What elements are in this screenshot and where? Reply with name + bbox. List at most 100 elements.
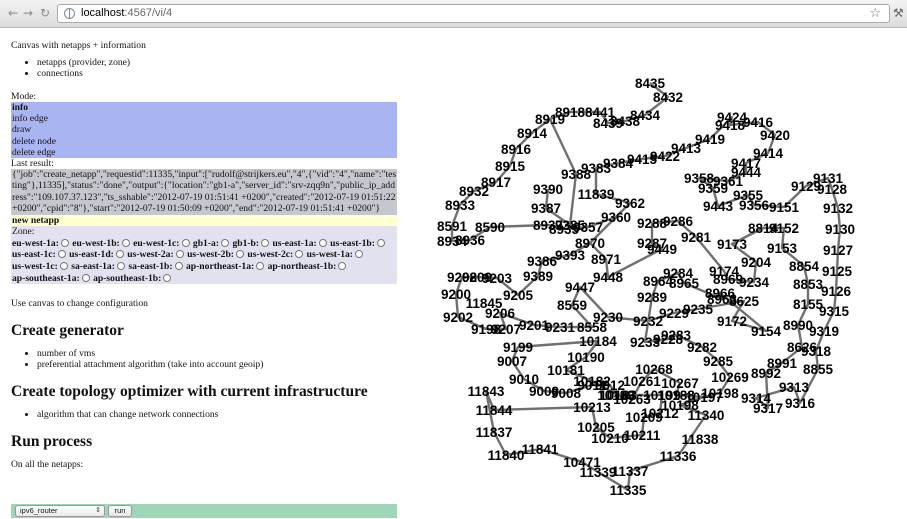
zone-option[interactable]: gb1-a: [193,238,230,249]
graph-node-label[interactable]: 9231 [545,320,576,335]
graph-node-label[interactable]: 9444 [731,165,762,180]
graph-node-label[interactable]: 9285 [703,354,734,369]
network-graph-canvas[interactable]: 843584328441 8434843884398919891889148916… [430,60,907,500]
radio-icon[interactable] [221,238,230,247]
graph-node-label[interactable]: 9130 [825,222,855,237]
graph-node-label[interactable]: 9362 [615,196,645,211]
graph-node-label[interactable]: 9151 [769,200,800,215]
graph-node-label[interactable]: 8915 [495,159,526,174]
graph-node-label[interactable]: 9203 [482,271,513,286]
zone-option[interactable]: us-west-2b: [187,249,245,260]
graph-node-label[interactable]: 9281 [681,230,712,245]
zone-option[interactable]: eu-west-1b: [72,238,130,249]
radio-icon[interactable] [121,238,130,247]
graph-node-label[interactable]: 8625 [729,294,760,309]
graph-node-label[interactable]: 9126 [821,284,852,299]
graph-node-label[interactable]: 11838 [682,432,719,447]
graph-node-label[interactable]: 9202 [443,310,473,325]
graph-node-label[interactable]: 9388 [561,167,592,182]
zone-option[interactable]: us-east-1d: [69,249,125,260]
radio-icon[interactable] [81,273,90,282]
graph-node-label[interactable]: 8936 [455,233,486,248]
graph-node-label[interactable]: 10267 [661,376,699,391]
radio-icon[interactable] [338,261,347,270]
graph-node-label[interactable]: 8990 [783,318,813,333]
radio-icon[interactable] [59,261,68,270]
zone-option[interactable]: us-west-2a: [127,249,184,260]
graph-node-label[interactable]: 9199 [503,340,533,355]
graph-node-label[interactable]: 9132 [823,201,853,216]
radio-icon[interactable] [376,238,385,247]
graph-node-label[interactable]: 8914 [517,126,548,141]
zone-option[interactable]: us-west-1c: [12,261,69,272]
wrench-icon[interactable]: ⚒ [893,6,904,20]
graph-node-label[interactable]: 9289 [637,290,667,305]
graph-node-label[interactable]: 9172 [717,314,747,329]
zone-option[interactable]: ap-southeast-1a: [12,273,91,284]
bookmark-star-icon[interactable]: ☆ [869,6,881,21]
graph-node-label[interactable]: 8155 [793,297,824,312]
graph-node-label[interactable]: 9420 [760,128,790,143]
graph-node-label[interactable]: 9205 [503,288,534,303]
graph-node-label[interactable]: 9007 [497,354,527,369]
graph-node-label[interactable]: 9387 [531,201,561,216]
zone-option[interactable]: eu-west-1a: [12,238,70,249]
graph-node-label[interactable]: 11336 [660,449,697,464]
radio-icon[interactable] [57,250,66,259]
mode-info[interactable]: info [11,102,397,113]
zone-option[interactable]: ap-northeast-1b: [268,261,348,272]
graph-node-label[interactable]: 8970 [575,236,605,251]
graph-node-label[interactable]: 11837 [476,425,513,440]
graph-node-label[interactable]: 10189 [597,388,635,403]
graph-node-label[interactable]: 10211 [624,428,661,443]
graph-node-label[interactable]: 8814 [748,221,779,236]
graph-node-label[interactable]: 9317 [753,401,783,416]
graph-node-label[interactable]: 9315 [819,304,850,319]
reload-icon[interactable]: ↻ [38,6,52,20]
radio-icon[interactable] [295,250,304,259]
radio-icon[interactable] [115,250,124,259]
zone-option[interactable]: us-west-1a: [307,249,364,260]
graph-node-label[interactable]: 8559 [557,298,587,313]
zone-option[interactable]: us-east-1c: [12,249,67,260]
graph-node-label[interactable]: 8853 [793,277,824,292]
radio-icon[interactable] [235,250,244,259]
graph-node-label[interactable]: 10197 [685,390,723,405]
graph-node-label[interactable]: 9174 [709,264,740,279]
graph-node-label[interactable]: 9359 [698,181,728,196]
graph-node-label[interactable]: 9127 [823,243,853,258]
graph-node-label[interactable]: 9390 [533,182,563,197]
graph-node-label[interactable]: 10184 [579,334,617,349]
graph-node-label[interactable]: 8971 [591,252,622,267]
graph-node-label[interactable]: 9282 [687,340,717,355]
graph-node-label[interactable]: 11841 [522,442,559,457]
graph-node-label[interactable]: 11840 [488,448,525,463]
graph-node-label[interactable]: 9448 [593,270,624,285]
radio-icon[interactable] [116,261,125,270]
zone-option[interactable]: us-east-1a: [273,238,328,249]
back-icon[interactable]: ← [6,6,20,20]
zone-option[interactable]: us-east-1b: [330,238,386,249]
graph-node-label[interactable]: 9443 [703,199,734,214]
graph-node-label[interactable]: 8590 [475,220,505,235]
address-bar[interactable]: localhost:4567/vi/4 ☆ [57,4,890,23]
run-button[interactable]: run [108,505,132,517]
radio-icon[interactable] [181,238,190,247]
graph-node-label[interactable]: 8855 [803,362,834,377]
zone-option[interactable]: eu-west-1c: [133,238,190,249]
graph-node-label[interactable]: 9356 [739,198,770,213]
mode-draw[interactable]: draw [11,124,397,135]
radio-icon[interactable] [355,250,363,259]
zone-option[interactable]: sa-east-1a: [71,261,126,272]
graph-node-label[interactable]: 8432 [653,90,683,105]
process-select[interactable]: ipv6_router ⇕ [15,505,105,517]
graph-node-label[interactable]: 11845 [466,296,503,311]
graph-node-label[interactable]: 9286 [663,214,694,229]
graph-node-label[interactable]: 8854 [789,259,820,274]
radio-icon[interactable] [60,238,69,247]
graph-node-label[interactable]: 8558 [577,320,608,335]
radio-icon[interactable] [261,238,270,247]
radio-icon[interactable] [175,250,184,259]
graph-node-label[interactable]: 9234 [739,275,770,290]
graph-node-label[interactable]: 9316 [785,396,816,411]
